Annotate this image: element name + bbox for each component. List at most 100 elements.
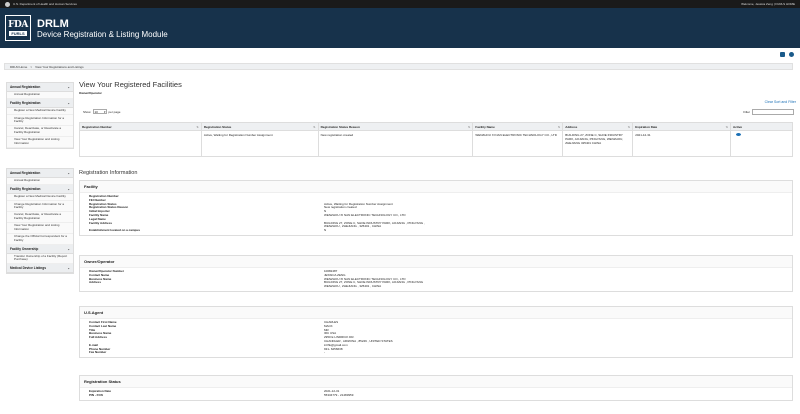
chevron-down-icon: ⌄ xyxy=(67,171,70,175)
col-active: Active xyxy=(730,122,793,131)
chevron-down-icon: ▾ xyxy=(104,109,106,114)
sidebar-item-view-your-registration-and-listing-information[interactable]: View Your Registration and Listing Infor… xyxy=(7,137,73,148)
filter-control: Filter xyxy=(743,109,794,115)
col-registration-status[interactable]: Registration Status ⇅ xyxy=(200,122,319,131)
table-row[interactable]: Active, Waiting for Registration Number … xyxy=(79,130,793,157)
fda-furls-logo[interactable]: FDA FURLS xyxy=(5,15,31,41)
detail-row: Establishment located on a campus N xyxy=(89,228,792,233)
sidebar-section-annual-registration[interactable]: Annual Registration ⌄ xyxy=(7,83,73,92)
hhs-logo-icon xyxy=(5,1,10,7)
sidebar-section-facility-ownership[interactable]: Facility Ownership ⌄ xyxy=(7,244,73,254)
breadcrumb: DRLM Home > View Your Registrations and … xyxy=(4,63,793,70)
sort-icon: ⇅ xyxy=(313,124,316,129)
eye-icon[interactable] xyxy=(736,132,742,136)
col-address[interactable]: Address ⇅ xyxy=(562,122,634,131)
main-header: View Your Registered Facilities Owner/Op… xyxy=(79,80,793,95)
app-subtitle: Device Registration & Listing Module xyxy=(37,29,168,39)
sidebar-section-annual-registration[interactable]: Annual Registration ⌄ xyxy=(7,169,73,178)
clear-sort-filter-link[interactable]: Clear Sort and Filter xyxy=(765,100,796,104)
detail-label xyxy=(89,285,324,289)
breadcrumb-separator: > xyxy=(30,64,33,69)
sidebar-item-annual-registration[interactable]: Annual Registration xyxy=(7,92,73,100)
sidebar-item-cancel-deactivate-or-reactivate-a-facility-registration[interactable]: Cancel, Deactivate, or Reactivate a Faci… xyxy=(7,126,73,137)
card-body: Owner/Operator Number 10082487 Contact Nam… xyxy=(80,268,792,291)
sort-icon: ⇅ xyxy=(627,124,631,129)
detail-value: N xyxy=(324,228,327,233)
help-icon[interactable] xyxy=(789,52,794,57)
sidebar-item-view-your-registration-and-listing-information[interactable]: View Your Registration and Listing Infor… xyxy=(7,223,73,234)
card-title: Owner/Operator xyxy=(80,256,792,268)
hhs-top-bar: U.S. Department of Health and Human Serv… xyxy=(0,0,800,8)
detail-label: Establishment located on a campus xyxy=(89,228,141,233)
page-size-control: Show 10 ▾ per page xyxy=(83,109,121,114)
cell-active xyxy=(730,130,793,157)
chevron-down-icon: ⌄ xyxy=(67,187,70,192)
sidebar-item-transfer-ownership-of-a-facility-report-purchase[interactable]: Transfer Ownership of a Facility (Report… xyxy=(7,254,73,265)
detail-label: PIN - FCN xyxy=(89,392,103,397)
sort-icon: ⇅ xyxy=(467,124,471,129)
detail-row: Fax Number - xyxy=(89,351,792,355)
app-brand: DRLM Device Registration & Listing Modul… xyxy=(37,18,168,39)
detail-value: 55334779 - 21483959 xyxy=(324,392,354,397)
owner-operator-label: Owner/Operator xyxy=(79,91,102,95)
col-registration-number[interactable]: Registration Number ⇅ xyxy=(79,122,202,131)
col-facility-name[interactable]: Facility Name ⇅ xyxy=(472,122,564,131)
sidebar-section-facility-registration[interactable]: Facility Registration ⌄ xyxy=(7,99,73,109)
sidebar-menu-bottom: Annual Registration ⌄ Annual Registration F… xyxy=(6,168,74,275)
sort-icon: ⇅ xyxy=(725,124,729,129)
sidebar-item-cancel-deactivate-or-reactivate-a-facility-registration[interactable]: Cancel, Deactivate, or Reactivate a Faci… xyxy=(7,212,73,223)
chevron-down-icon: ⌄ xyxy=(67,85,70,89)
page-title: View Your Registered Facilities xyxy=(79,80,182,89)
cell-expiration-date: 2021-12-31 xyxy=(632,130,732,157)
sidebar-item-change-registration-information-for-a-facility[interactable]: Change Registration Information for a Fa… xyxy=(7,201,73,213)
detail-row: WENZHOU , ZHEJIANG , 325401 , CHINA xyxy=(89,284,792,289)
facilities-table: Registration Number ⇅ Registration Status… xyxy=(79,122,793,157)
sidebar-item-change-the-official-correspondent-for-a-facility[interactable]: Change the Official Correspondent for a … xyxy=(7,234,73,245)
sidebar-section-facility-registration[interactable]: Facility Registration ⌄ xyxy=(7,185,73,195)
cell-facility-name: WENZHOU XI NAN ELECTRONIC TECHNOLOGY CO.… xyxy=(472,130,564,157)
card-body: Expiration Date 2021-12-31 PIN - FCN 553347… xyxy=(80,388,792,400)
cell-registration-number xyxy=(79,130,202,157)
detail-row: PIN - FCN 55334779 - 21483959 xyxy=(89,392,792,398)
sidebar-menu-top: Annual Registration ⌄ Annual Registration F… xyxy=(6,82,74,149)
hhs-label: U.S. Department of Health and Human Serv… xyxy=(13,2,77,6)
registration-status-card: Registration Status Expiration Date 2021-1… xyxy=(79,375,793,401)
detail-label: Fax Number xyxy=(89,350,107,355)
card-body: Registration Number FEI Number Registratio… xyxy=(80,193,792,235)
card-body: Contact First Name CHARLES Contact Last Na… xyxy=(80,319,792,357)
sort-icon: ⇅ xyxy=(557,124,561,129)
welcome-links[interactable]: Welcome, Jessica Zeng | FURLS HOME xyxy=(741,2,795,6)
page-size-select[interactable]: 10 ▾ xyxy=(92,109,107,114)
cell-registration-status: Active, Waiting for Registration Number … xyxy=(200,130,319,157)
detail-value: WENZHOU , ZHEJIANG , 325401 , CHINA xyxy=(324,284,382,289)
chevron-down-icon: ⌄ xyxy=(67,101,70,106)
print-icon[interactable] xyxy=(780,52,785,57)
owner-operator-card: Owner/Operator Owner/Operator Number 10082… xyxy=(79,255,793,292)
sidebar-item-register-a-new-medical-device-facility[interactable]: Register a New Medical Device Facility xyxy=(7,194,73,202)
registration-information-title: Registration Information xyxy=(79,170,138,176)
table-header-row: Registration Number ⇅ Registration Status… xyxy=(79,122,793,131)
detail-value: - xyxy=(324,350,325,355)
sidebar-item-register-a-new-medical-device-facility[interactable]: Register a New Medical Device Facility xyxy=(7,108,73,116)
filter-input[interactable] xyxy=(752,109,794,115)
facility-card: Facility Registration Number FEI Number Reg… xyxy=(79,180,793,236)
breadcrumb-home[interactable]: DRLM Home xyxy=(10,65,27,69)
utility-icons xyxy=(780,52,794,57)
sidebar-item-change-registration-information-for-a-facility[interactable]: Change Registration Information for a Fa… xyxy=(7,115,73,127)
card-title: U.S.Agent xyxy=(80,307,792,319)
cell-status-reason: New registration created xyxy=(317,130,474,157)
card-title: Registration Status xyxy=(80,376,792,388)
card-title: Facility xyxy=(80,181,792,193)
col-status-reason[interactable]: Registration Status Reason ⇅ xyxy=(317,122,474,131)
us-agent-card: U.S.Agent Contact First Name CHARLES Contac… xyxy=(79,306,793,359)
filter-label: Filter xyxy=(743,110,750,114)
cell-address: BUILDING 27, ZONE C, SHOE INDUSTRY PARK,… xyxy=(562,130,634,157)
sidebar-item-annual-registration[interactable]: Annual Registration xyxy=(7,178,73,186)
col-expiration-date[interactable]: Expiration Date ⇅ xyxy=(632,122,732,131)
breadcrumb-current: View Your Registrations and Listings xyxy=(35,64,84,69)
chevron-down-icon: ⌄ xyxy=(67,246,70,251)
chevron-down-icon: ⌄ xyxy=(67,266,70,271)
sort-icon: ⇅ xyxy=(196,124,199,129)
sidebar-section-medical-device-listings[interactable]: Medical Device Listings ⌄ xyxy=(7,264,73,274)
app-title: DRLM xyxy=(37,17,69,30)
